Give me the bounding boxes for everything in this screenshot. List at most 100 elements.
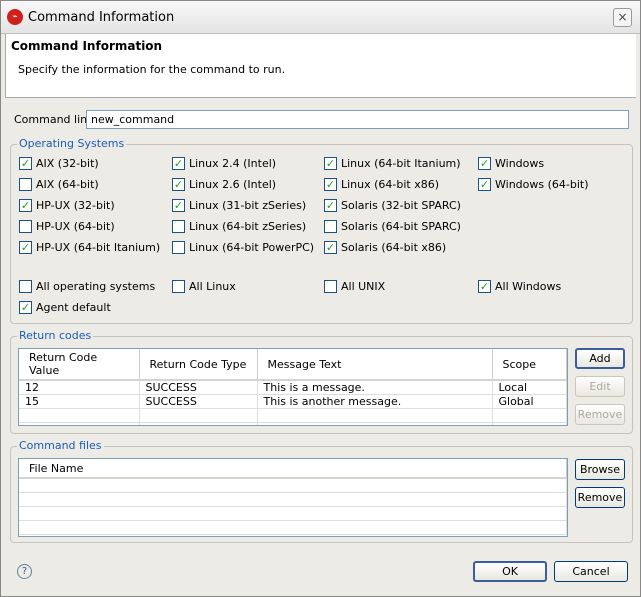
cell: 15 (19, 394, 140, 409)
checkbox-icon[interactable]: ✓ (478, 157, 491, 170)
os-checkbox[interactable]: ✓ HP-UX (32-bit) (19, 199, 115, 212)
checkbox-icon[interactable]: ✓ (172, 157, 185, 170)
checkbox-label: Linux (64-bit x86) (341, 178, 440, 191)
os-checkbox[interactable]: ✓ Agent default (19, 301, 111, 314)
close-icon[interactable]: × (613, 8, 632, 27)
checkbox-label: Solaris (64-bit x86) (341, 241, 447, 254)
checkbox-icon[interactable] (19, 280, 32, 293)
dialog-header: Command Information Specify the informat… (5, 34, 636, 98)
checkbox-icon[interactable]: ✓ (324, 199, 337, 212)
ok-button[interactable]: OK (473, 561, 547, 582)
checkbox-label: HP-UX (64-bit) (36, 220, 115, 233)
checkbox-label: Windows (64-bit) (495, 178, 589, 191)
checkbox-icon[interactable]: ✓ (324, 241, 337, 254)
checkbox-label: Linux (31-bit zSeries) (189, 199, 307, 212)
os-checkbox[interactable]: ✓ Linux 2.6 (Intel) (172, 178, 276, 191)
os-checkbox[interactable]: ✓ Windows (64-bit) (478, 178, 589, 191)
os-checkbox[interactable]: Solaris (64-bit SPARC) (324, 220, 461, 233)
os-checkbox[interactable]: ✓ Linux (64-bit x86) (324, 178, 439, 191)
col-header[interactable]: Scope (492, 349, 567, 381)
checkbox-icon[interactable]: ✓ (19, 199, 32, 212)
command-files-group: Command files File Name Browse Remove (10, 439, 633, 543)
col-header[interactable]: Return Code Value (19, 349, 140, 381)
page-title: Command Information (11, 39, 163, 53)
os-checkbox[interactable]: All Linux (172, 280, 236, 293)
window-title: Command Information (28, 10, 175, 25)
os-checkbox[interactable]: All operating systems (19, 280, 155, 293)
help-icon[interactable]: ? (17, 564, 32, 579)
checkbox-icon[interactable]: ✓ (172, 178, 185, 191)
checkbox-icon[interactable]: ✓ (19, 301, 32, 314)
checkbox-label: Linux (64-bit Itanium) (341, 157, 461, 170)
col-header[interactable]: File Name (19, 459, 567, 479)
checkbox-icon[interactable]: ✓ (478, 178, 491, 191)
cell: SUCCESS (139, 380, 258, 395)
os-checkbox[interactable]: Linux (64-bit PowerPC) (172, 241, 314, 254)
cell: Local (492, 380, 567, 395)
cell: This is another message. (257, 394, 493, 409)
checkbox-icon[interactable] (19, 220, 32, 233)
os-checkbox[interactable]: ✓ All Windows (478, 280, 561, 293)
table-row[interactable]: 15 SUCCESS This is another message. Global (19, 394, 567, 409)
checkbox-label: HP-UX (64-bit Itanium) (36, 241, 161, 254)
os-group: Operating Systems ✓ AIX (32-bit) AIX (64-b… (10, 137, 633, 324)
command-files-table[interactable]: File Name (18, 458, 568, 537)
os-checkbox[interactable]: Linux (64-bit zSeries) (172, 220, 306, 233)
command-line-input[interactable]: new_command (86, 110, 629, 129)
checkbox-icon[interactable]: ✓ (324, 157, 337, 170)
checkbox-label: HP-UX (32-bit) (36, 199, 115, 212)
checkbox-icon[interactable] (19, 178, 32, 191)
remove-file-button[interactable]: Remove (575, 487, 625, 508)
os-group-title: Operating Systems (17, 137, 127, 150)
checkbox-icon[interactable]: ✓ (19, 241, 32, 254)
cell: Global (492, 394, 567, 409)
return-codes-table[interactable]: Return Code Value Return Code Type Message… (18, 348, 568, 426)
checkbox-icon[interactable]: ✓ (478, 280, 491, 293)
checkbox-icon[interactable] (324, 220, 337, 233)
checkbox-icon[interactable] (172, 280, 185, 293)
checkbox-label: All operating systems (36, 280, 156, 293)
table-row[interactable] (19, 422, 567, 425)
checkbox-label: Windows (495, 157, 545, 170)
return-codes-title: Return codes (17, 329, 94, 342)
checkbox-label: Linux 2.6 (Intel) (189, 178, 277, 191)
page-description: Specify the information for the command … (18, 63, 286, 76)
col-header[interactable]: Return Code Type (139, 349, 258, 381)
checkbox-label: Solaris (32-bit SPARC) (341, 199, 461, 212)
add-button[interactable]: Add (575, 348, 625, 369)
cancel-button[interactable]: Cancel (554, 561, 628, 582)
os-checkbox[interactable]: HP-UX (64-bit) (19, 220, 115, 233)
checkbox-label: All UNIX (341, 280, 386, 293)
os-checkbox[interactable]: ✓ Linux 2.4 (Intel) (172, 157, 276, 170)
checkbox-icon[interactable]: ✓ (19, 157, 32, 170)
os-checkbox[interactable]: ✓ HP-UX (64-bit Itanium) (19, 241, 160, 254)
os-checkbox[interactable]: ✓ Linux (31-bit zSeries) (172, 199, 306, 212)
os-checkbox[interactable]: ✓ Linux (64-bit Itanium) (324, 157, 461, 170)
checkbox-icon[interactable]: ✓ (172, 199, 185, 212)
remove-return-code-button[interactable]: Remove (575, 404, 625, 425)
os-checkbox[interactable]: ✓ Solaris (64-bit x86) (324, 241, 446, 254)
checkbox-icon[interactable] (172, 220, 185, 233)
browse-button[interactable]: Browse (575, 459, 625, 480)
checkbox-icon[interactable] (324, 280, 337, 293)
col-header[interactable]: Message Text (257, 349, 493, 381)
table-row[interactable]: 12 SUCCESS This is a message. Local (19, 380, 567, 395)
checkbox-label: AIX (32-bit) (36, 157, 99, 170)
checkbox-label: Linux 2.4 (Intel) (189, 157, 277, 170)
checkbox-icon[interactable] (172, 241, 185, 254)
edit-button[interactable]: Edit (575, 376, 625, 397)
checkbox-label: Linux (64-bit PowerPC) (189, 241, 315, 254)
cell: This is a message. (257, 380, 493, 395)
checkbox-label: All Windows (495, 280, 562, 293)
os-checkbox[interactable]: ✓ AIX (32-bit) (19, 157, 99, 170)
os-checkbox[interactable]: All UNIX (324, 280, 385, 293)
os-checkbox[interactable]: ✓ Windows (478, 157, 544, 170)
table-row[interactable] (19, 408, 567, 423)
checkbox-label: AIX (64-bit) (36, 178, 99, 191)
dialog-window: ⌁ Command Information × Command Informat… (0, 0, 641, 597)
checkbox-label: All Linux (189, 280, 236, 293)
os-checkbox[interactable]: AIX (64-bit) (19, 178, 99, 191)
checkbox-label: Agent default (36, 301, 111, 314)
checkbox-icon[interactable]: ✓ (324, 178, 337, 191)
os-checkbox[interactable]: ✓ Solaris (32-bit SPARC) (324, 199, 461, 212)
